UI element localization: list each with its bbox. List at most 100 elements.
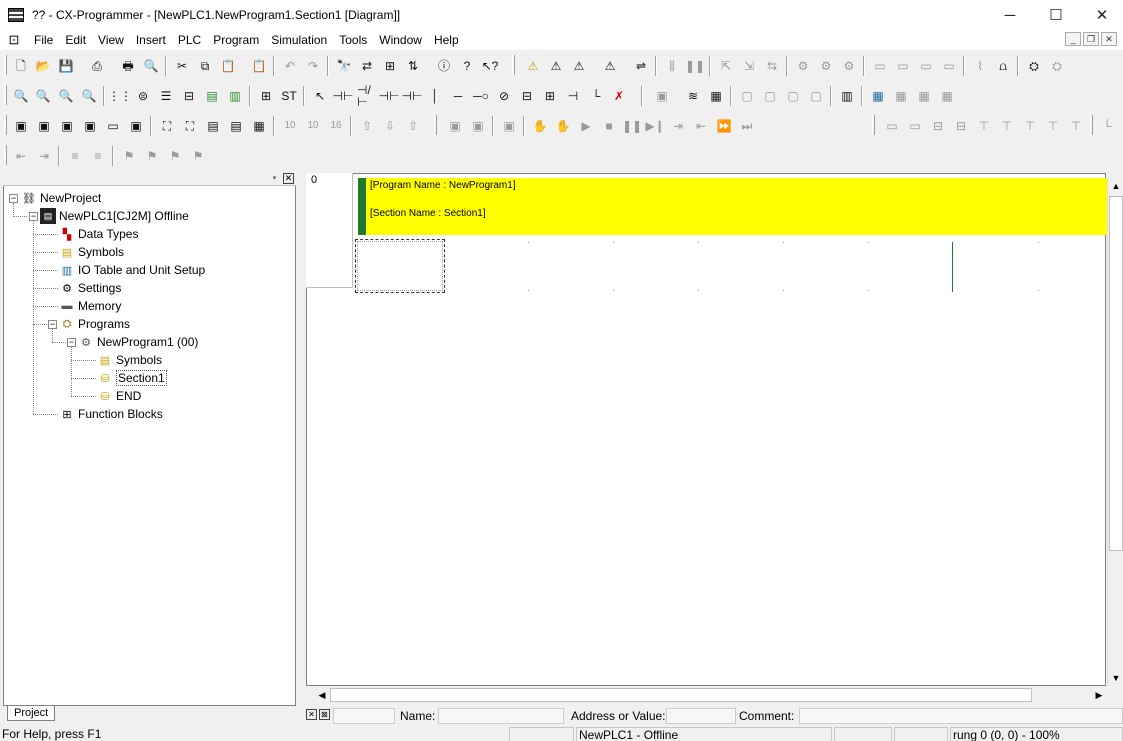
- mdi-restore-icon[interactable]: ❐: [1083, 32, 1099, 46]
- app-icon[interactable]: [8, 8, 24, 22]
- paste-special-icon[interactable]: 📋: [250, 57, 268, 74]
- menu-program[interactable]: Program: [207, 33, 265, 47]
- toolbar-grip[interactable]: [4, 115, 7, 135]
- fb-icon-5[interactable]: ⊤: [975, 117, 993, 134]
- program-header[interactable]: [Program Name : NewProgram1] [Section Na…: [358, 178, 1107, 235]
- paste-icon[interactable]: 📋: [219, 57, 237, 74]
- zoom-to-fit-icon[interactable]: 🔍: [12, 87, 30, 104]
- grid-icon[interactable]: ⋮⋮: [108, 87, 132, 104]
- operating-mode-run-icon[interactable]: ⚙: [840, 57, 858, 74]
- watch-icon[interactable]: ▣: [58, 117, 76, 134]
- monitor-diagram-icon[interactable]: ⊟: [180, 87, 198, 104]
- cut-icon[interactable]: ✂: [173, 57, 191, 74]
- tree-item-plc[interactable]: ▤ NewPLC1[CJ2M] Offline: [40, 207, 189, 225]
- closed-contact-icon[interactable]: ⊣/⊢: [357, 84, 375, 108]
- tab-project[interactable]: Project: [7, 706, 56, 721]
- memory-view-icon[interactable]: ▣: [127, 117, 145, 134]
- sim-end-icon[interactable]: ⏭: [738, 117, 756, 134]
- vertical-line-icon[interactable]: │: [426, 87, 444, 104]
- fb-icon-8[interactable]: ⊤: [1044, 117, 1062, 134]
- operating-mode-program-icon[interactable]: ⚙: [794, 57, 812, 74]
- scroll-left-icon[interactable]: ◀: [314, 687, 330, 703]
- sim-step-run-icon[interactable]: ▶❙: [645, 117, 664, 134]
- replace-icon[interactable]: ⇄: [358, 57, 376, 74]
- fb-icon-6[interactable]: ⊤: [998, 117, 1016, 134]
- contact-icon[interactable]: ⊣⊢: [333, 87, 354, 104]
- tree-item-settings[interactable]: ⚙ Settings: [59, 279, 121, 297]
- sim-step-out-icon[interactable]: ⇤: [692, 117, 710, 134]
- minimize-button[interactable]: ─: [987, 0, 1033, 30]
- outdent-icon[interactable]: ⇥: [35, 147, 53, 164]
- memory-card-icon[interactable]: ▦: [915, 87, 933, 104]
- download-icon[interactable]: ⇩: [381, 117, 399, 134]
- show-comments-icon[interactable]: ⊜: [134, 87, 152, 104]
- show-symbols-icon[interactable]: ▤: [203, 87, 221, 104]
- properties-icon[interactable]: ▭: [104, 117, 122, 134]
- document-icon[interactable]: ⊡: [6, 32, 22, 48]
- redo-icon[interactable]: ↷: [304, 57, 322, 74]
- fb-icon-7[interactable]: ⊤: [1021, 117, 1039, 134]
- print-preview-icon[interactable]: ⎙: [88, 57, 106, 74]
- or-closed-contact-icon[interactable]: ⊣⊢: [402, 87, 423, 104]
- sim-continue-icon[interactable]: ✋: [554, 117, 572, 134]
- pt-icon[interactable]: ⊣: [564, 87, 582, 104]
- calendar-icon[interactable]: ▦: [707, 87, 725, 104]
- fb-icon-2[interactable]: ▭: [906, 117, 924, 134]
- select-mode-icon[interactable]: ↖: [311, 87, 329, 104]
- watch-close-icon[interactable]: ✕: [306, 709, 317, 720]
- close-button[interactable]: ✕: [1079, 0, 1123, 30]
- menu-edit[interactable]: Edit: [59, 33, 92, 47]
- toolbar-grip[interactable]: [4, 145, 7, 165]
- symbol-view-icon[interactable]: ⛶: [181, 117, 199, 134]
- show-tree-icon[interactable]: ▥: [226, 87, 244, 104]
- vertical-scroll-thumb[interactable]: [1109, 196, 1123, 551]
- unit-setup-icon[interactable]: ▦: [892, 87, 910, 104]
- toolbar-grip[interactable]: [1090, 115, 1093, 135]
- watch-window-icon[interactable]: ▥: [838, 87, 856, 104]
- operating-mode-debug-icon[interactable]: ⚙: [817, 57, 835, 74]
- tree-collapse-toggle[interactable]: −: [48, 320, 57, 329]
- sim-run-icon[interactable]: ▶: [577, 117, 595, 134]
- binary-display-icon[interactable]: 10: [281, 117, 299, 134]
- instruction-icon[interactable]: ⊟: [518, 87, 536, 104]
- program-check-icon[interactable]: ⚠: [570, 57, 588, 74]
- scroll-right-icon[interactable]: ▶: [1091, 687, 1107, 703]
- fb-icon-9[interactable]: ⊤: [1067, 117, 1085, 134]
- tree-item-project[interactable]: ⛓ NewProject: [21, 189, 101, 207]
- menu-insert[interactable]: Insert: [130, 33, 172, 47]
- tree-item-symbols[interactable]: ▤ Symbols: [59, 243, 124, 261]
- diagram-cursor[interactable]: [355, 239, 445, 293]
- transfer-to-plc-icon[interactable]: ⇱: [717, 57, 735, 74]
- menu-help[interactable]: Help: [428, 33, 465, 47]
- clear-bookmarks-icon[interactable]: ⚑: [189, 147, 207, 164]
- new-icon[interactable]: 🗋: [12, 57, 30, 74]
- upload-icon[interactable]: ⇧: [358, 117, 376, 134]
- prev-bookmark-icon[interactable]: ⚑: [166, 147, 184, 164]
- toolbar-grip[interactable]: [4, 55, 7, 75]
- online-edit-transfer-icon[interactable]: ▭: [940, 57, 958, 74]
- online-check-icon[interactable]: ⚠: [601, 57, 619, 74]
- structured-text-icon[interactable]: ST: [280, 87, 298, 104]
- mdi-minimize-icon[interactable]: _: [1065, 32, 1081, 46]
- compare-icon[interactable]: ⇧: [404, 117, 422, 134]
- horizontal-scrollbar[interactable]: ◀ ▶: [314, 687, 1107, 703]
- tree-item-io-table[interactable]: ▥ IO Table and Unit Setup: [59, 261, 205, 279]
- menu-simulation[interactable]: Simulation: [265, 33, 333, 47]
- force-icon[interactable]: ▢: [807, 87, 825, 104]
- find-icon[interactable]: 🔭: [335, 57, 353, 74]
- compile-warning-icon[interactable]: ⚠: [547, 57, 565, 74]
- coil-icon[interactable]: ─○: [472, 87, 490, 104]
- monitor-icon[interactable]: ⫼: [663, 57, 681, 74]
- zoom-in-icon[interactable]: 🔍: [57, 87, 75, 104]
- fb-icon-4[interactable]: ⊟: [952, 117, 970, 134]
- undo-icon[interactable]: ↶: [281, 57, 299, 74]
- warning-icon[interactable]: ⚠: [524, 57, 542, 74]
- io-table-toolbar-icon[interactable]: ▦: [869, 87, 887, 104]
- context-help-icon[interactable]: ↖?: [481, 57, 499, 74]
- sim-step-in-icon[interactable]: ⇥: [669, 117, 687, 134]
- help-icon[interactable]: ?: [458, 57, 476, 74]
- cross-reference-icon[interactable]: ⊞: [381, 57, 399, 74]
- about-icon[interactable]: ⓘ: [435, 57, 453, 74]
- uncomment-icon[interactable]: ≡: [89, 147, 107, 164]
- horizontal-line-icon[interactable]: ─: [449, 87, 467, 104]
